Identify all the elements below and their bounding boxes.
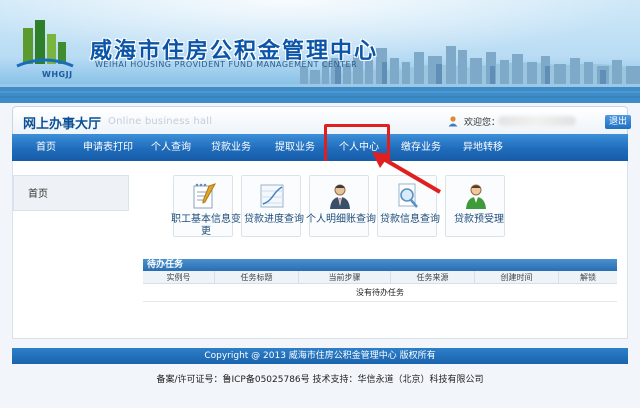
line-chart-icon — [260, 184, 284, 208]
col-header: 任务来源 — [391, 271, 475, 284]
site-banner: WHGJJ 威海市住房公积金管理中心 WEIHAI HOUSING PROVID… — [0, 0, 640, 103]
nav-item-withdrawal[interactable]: 提取业务 — [270, 134, 320, 161]
pending-tasks-panel: 待办任务 实例号 任务标题 当前步骤 任务来源 创建时间 解锁 没有待办任务 — [143, 259, 617, 309]
site-logo: WHGJJ — [15, 14, 85, 79]
notepad-icon — [193, 183, 217, 209]
sidebar-item-home[interactable]: 首页 — [28, 185, 48, 200]
nav-item-home[interactable]: 首页 — [26, 134, 66, 161]
col-header: 当前步骤 — [299, 271, 391, 284]
person-tie-icon — [330, 184, 350, 209]
tile-label: 职工基本信息变 — [171, 214, 241, 225]
annotation-arrow — [372, 152, 442, 194]
logo-text: WHGJJ — [42, 70, 73, 79]
hall-header: 网上办事大厅 Online business hall 欢迎您： 退出 — [12, 106, 631, 134]
tile-label: 贷款进度查询 — [244, 214, 304, 225]
nav-item-form-print[interactable]: 申请表打印 — [78, 134, 138, 161]
tile-personal-ledger[interactable]: 个人明细账查询 — [306, 175, 376, 237]
icp-text: 备案/许可证号：鲁ICP备05025786号 技术支持：华信永道（北京）科技有限… — [156, 375, 484, 385]
content-area: 首页 职工基本信息变 更 贷款进度查询 个人明细账查询 贷款信息查询 贷款预受理… — [12, 161, 628, 339]
person-green-icon — [466, 184, 486, 209]
nav-item-transfer[interactable]: 异地转移 — [458, 134, 508, 161]
tile-label: 个人明细账查询 — [306, 214, 376, 225]
col-header: 解锁 — [580, 273, 596, 282]
pending-tasks-title: 待办任务 — [143, 259, 617, 271]
main-nav: 首页 申请表打印 个人查询 贷款业务 提取业务 个人中心 缴存业务 异地转移 — [12, 134, 628, 161]
tile-label: 贷款预受理 — [454, 214, 504, 225]
copyright-bar: Copyright @ 2013 威海市住房公积金管理中心 版权所有 — [12, 348, 628, 364]
nav-item-loan[interactable]: 贷款业务 — [206, 134, 256, 161]
blurred-username — [498, 116, 576, 126]
tile-loan-progress[interactable]: 贷款进度查询 — [241, 175, 304, 237]
user-icon — [448, 116, 458, 127]
hall-subtitle: Online business hall — [108, 116, 213, 127]
building-logo-icon — [16, 20, 74, 68]
logout-button[interactable]: 退出 — [605, 115, 631, 129]
site-subtitle: WEIHAI HOUSING PROVIDENT FUND MANAGEMENT… — [95, 60, 358, 69]
col-header: 任务标题 — [215, 271, 299, 284]
tasks-header-row: 实例号 任务标题 当前步骤 任务来源 创建时间 解锁 — [143, 271, 617, 284]
col-header: 创建时间 — [475, 271, 559, 284]
hall-title: 网上办事大厅 — [23, 117, 102, 132]
nav-item-personal-query[interactable]: 个人查询 — [146, 134, 196, 161]
welcome-text: 欢迎您： — [464, 118, 501, 128]
col-header: 实例号 — [143, 271, 215, 284]
tile-label: 贷款信息查询 — [380, 214, 440, 225]
sidebar: 首页 — [13, 175, 129, 211]
tasks-empty-row: 没有待办任务 — [143, 284, 617, 302]
tile-loan-preaccept[interactable]: 贷款预受理 — [445, 175, 505, 237]
tile-employee-info[interactable]: 职工基本信息变 更 — [171, 175, 241, 237]
tile-label-line2: 更 — [201, 226, 211, 237]
